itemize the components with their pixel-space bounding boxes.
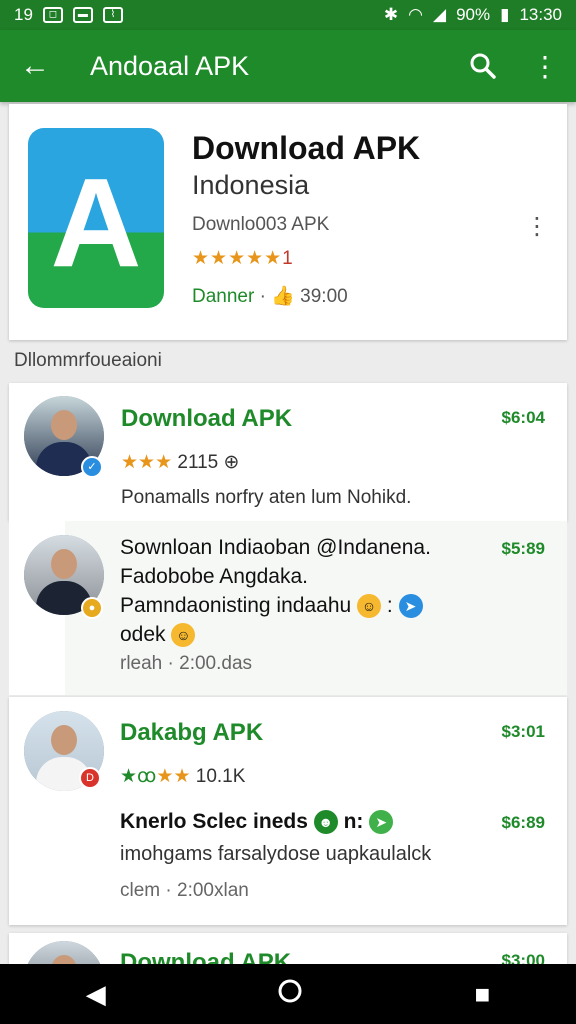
item-headline-row: Knerlo Sclec ineds ☻ n: ➤	[120, 810, 394, 835]
rating-icon: ꝏ	[137, 766, 157, 787]
item-headline: Knerlo Sclec ineds	[120, 810, 308, 833]
app-bar: ← Andoaal APK ⋮	[0, 30, 576, 102]
status-bar: 19 ◻ ▬ ⌇ ✱ ◠ ◢ 90% ▮ 13:30	[0, 0, 576, 30]
item-price: $3:00	[501, 951, 545, 964]
bluetooth-icon: ✱	[383, 5, 399, 24]
comment-line-4: odek	[120, 623, 166, 646]
green-emoji-icon: ☻	[313, 810, 338, 835]
item-description: Ponamalls norfry aten lum Nohikd.	[121, 487, 412, 508]
nav-back-icon[interactable]: ◀	[86, 979, 106, 1010]
separator-dot: ·	[259, 286, 272, 307]
app-title: Download APK	[192, 130, 421, 166]
comment-line-4-row: odek ☺	[120, 620, 480, 649]
rating-stars: ★★★★★	[192, 248, 283, 269]
list-item[interactable]: Download APK $3:00	[9, 933, 567, 964]
rating-suffix: 1	[282, 248, 294, 269]
section-label: Dllommrfoueaioni	[14, 350, 162, 371]
comment-line-2: Fadobobe Angdaka.	[120, 565, 308, 588]
item-title[interactable]: Download APK	[121, 405, 292, 433]
more-vert-icon[interactable]: ⋮	[525, 212, 549, 241]
item-headline-tail: n:	[343, 810, 364, 833]
globe-icon: ⊕	[223, 452, 240, 473]
rating-stars-2: ★★	[156, 766, 191, 787]
likes-count: 39:00	[300, 286, 348, 307]
item-rating: ★ꝏ★★ 10.1K	[120, 765, 245, 788]
item-meta: clem · 2:00xlan	[120, 880, 249, 901]
thumbs-up-icon: 👍	[271, 286, 295, 307]
back-arrow-icon[interactable]: ←	[0, 49, 70, 83]
rating-stars: ★	[120, 766, 138, 787]
comment-line-1: Sownloan Indiaoban @Indanena.	[120, 536, 431, 559]
list-item[interactable]: D Dakabg APK $3:01 ★ꝏ★★ 10.1K Knerlo Scl…	[9, 697, 567, 925]
signal-icon: ◢	[432, 5, 447, 24]
battery-icon: ▮	[500, 5, 510, 24]
notification-icon: ◻	[42, 7, 63, 23]
item-price: $6:04	[501, 408, 545, 427]
system-nav-bar: ◀ ■	[0, 964, 576, 1024]
app-bar-title: Andoaal APK	[90, 50, 250, 81]
news-icon: ▬	[72, 7, 93, 23]
green-arrow-icon: ➤	[369, 810, 394, 835]
battery-text: 90%	[456, 5, 491, 24]
verified-badge-icon: ✓	[81, 456, 103, 478]
list-item[interactable]: ● Sownloan Indiaoban @Indanena. Fadobobe…	[9, 521, 567, 695]
list-item[interactable]: ✓ Download APK $6:04 ★★★ 2115 ⊕ Ponamall…	[9, 383, 567, 521]
item-rating: ★★★ 2115 ⊕	[121, 451, 239, 474]
clock: 13:30	[519, 5, 562, 24]
item-title[interactable]: Download APK	[120, 949, 291, 964]
smile-emoji-icon: ☺	[171, 623, 196, 648]
nav-recents-icon[interactable]: ■	[475, 979, 491, 1010]
comment-line-3: Pamndaonisting indaahu	[120, 594, 352, 617]
rating-count: 2115	[177, 452, 219, 473]
item-price: $5:89	[501, 539, 545, 558]
rating-stars: ★★★	[121, 452, 173, 473]
wifi-icon: ◠	[408, 5, 423, 24]
avatar	[24, 941, 104, 964]
app-subtitle: Indonesia	[192, 170, 310, 200]
app-header-card[interactable]: A Download APK Indonesia Downlo003 APK ★…	[9, 104, 567, 340]
comment-meta: rleah · 2:00.das	[120, 653, 253, 674]
smile-emoji-icon: ☺	[357, 594, 382, 619]
comment-line-3-row: Pamndaonisting indaahu ☺ : ➤	[120, 591, 480, 620]
more-vert-icon[interactable]: ⋮	[514, 50, 576, 83]
reward-badge-icon: ●	[81, 597, 103, 619]
arrow-emoji-icon: ➤	[398, 594, 423, 619]
rating-count: 10.1K	[195, 766, 246, 787]
category-link[interactable]: Danner	[192, 286, 254, 307]
item-price-2: $6:89	[501, 813, 545, 832]
item-title[interactable]: Dakabg APK	[120, 719, 263, 747]
status-left-text: 19	[14, 5, 33, 24]
item-description: imohgams farsalydose uapkaulalck	[120, 843, 432, 865]
rating: ★★★★★1	[192, 247, 294, 270]
developer-name[interactable]: Downlo003 APK	[192, 214, 329, 236]
comment-text: Sownloan Indiaoban @Indanena. Fadobobe A…	[120, 533, 480, 649]
nav-home-icon[interactable]	[277, 978, 303, 1011]
alert-badge-icon: D	[79, 767, 101, 789]
app-logo-icon: A	[28, 128, 164, 308]
chart-icon: ⌇	[102, 7, 123, 23]
header-meta: Danner · 👍 39:00	[192, 284, 348, 308]
item-price: $3:01	[501, 722, 545, 741]
search-icon[interactable]	[452, 52, 514, 80]
